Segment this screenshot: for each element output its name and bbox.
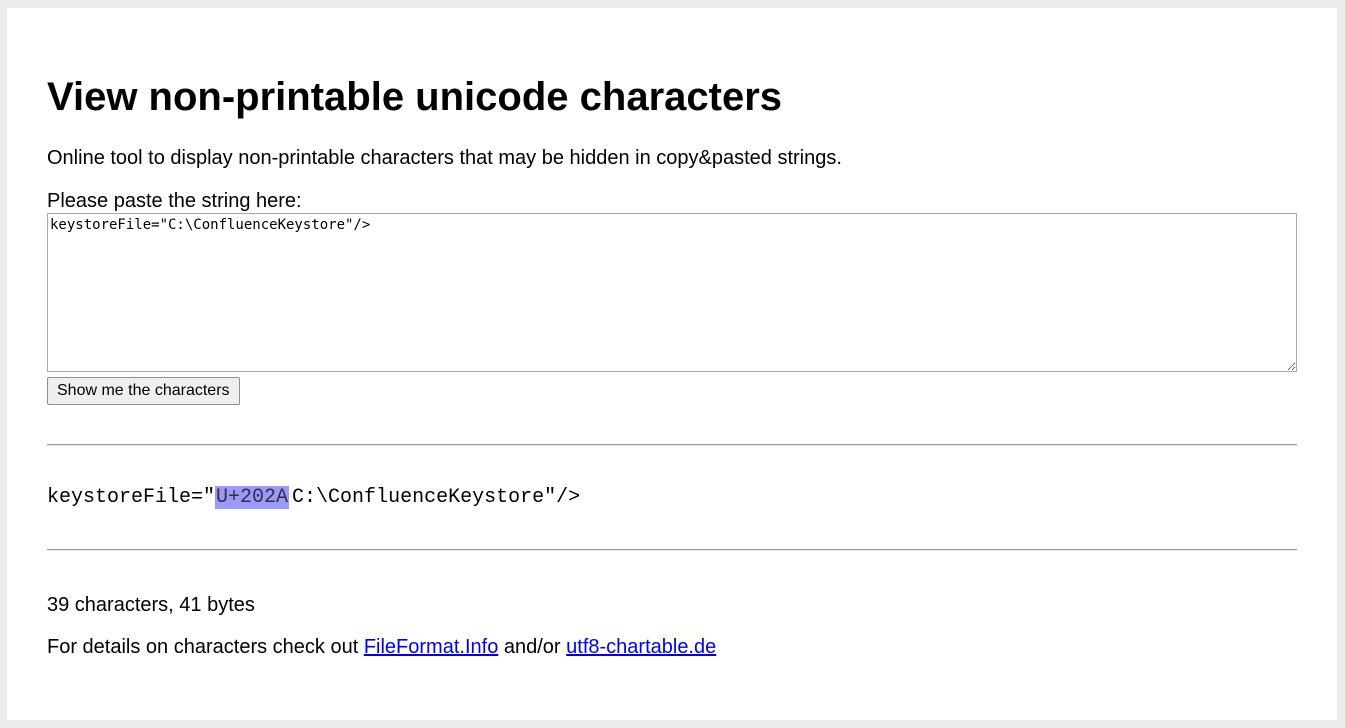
- divider: [47, 444, 1297, 446]
- string-input[interactable]: [47, 213, 1297, 372]
- details-prefix: For details on characters check out: [47, 636, 364, 658]
- show-characters-button[interactable]: Show me the characters: [47, 377, 240, 405]
- result-output: keystoreFile="U+202A C:\ConfluenceKeystor…: [47, 486, 580, 510]
- utf8-chartable-link[interactable]: utf8-chartable.de: [566, 636, 716, 658]
- input-label: Please paste the string here:: [47, 190, 302, 212]
- page-title: View non-printable unicode characters: [47, 75, 782, 119]
- details-middle: and/or: [498, 636, 567, 658]
- intro-text: Online tool to display non-printable cha…: [47, 147, 842, 169]
- character-count: 39 characters, 41 bytes: [47, 594, 255, 616]
- codepoint-highlight: U+202A: [215, 486, 290, 509]
- result-prefix: keystoreFile=": [47, 486, 216, 509]
- details-text: For details on characters check out File…: [47, 635, 716, 659]
- page-card: View non-printable unicode characters On…: [7, 8, 1337, 720]
- divider: [47, 549, 1297, 551]
- result-suffix: C:\ConfluenceKeystore"/>: [292, 486, 581, 509]
- fileformat-link[interactable]: FileFormat.Info: [364, 636, 498, 658]
